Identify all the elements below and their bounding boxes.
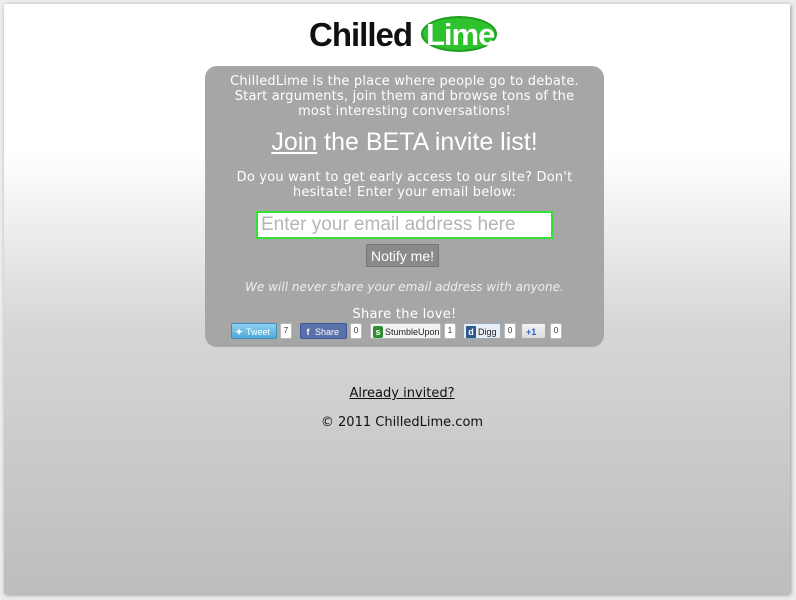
intro-text: ChilledLime is the place where people go… [230, 74, 579, 119]
google-plus-one-button[interactable]: +1 [521, 323, 546, 339]
google-plus-one-label: +1 [526, 327, 537, 337]
stumbleupon-label: StumbleUpon [385, 327, 440, 337]
share-buttons: ✦ Tweet 7 f Share 0 s StumbleUpon 1 d Di… [205, 323, 604, 341]
digg-label: Digg [478, 327, 497, 337]
stumbleupon-button[interactable]: s StumbleUpon [370, 323, 441, 339]
stumbleupon-count: 1 [444, 323, 456, 339]
facebook-share-count: 0 [350, 323, 362, 339]
headline-text: the BETA invite list! [317, 128, 538, 156]
copyright-text: © 2011 ChilledLime.com [320, 415, 484, 430]
privacy-note: We will never share your email address w… [245, 280, 564, 294]
tweet-button[interactable]: ✦ Tweet [231, 323, 277, 339]
google-plus-one-count: 0 [550, 323, 562, 339]
notify-button[interactable]: Notify me! [366, 244, 439, 267]
question-text: Do you want to get early access to our s… [236, 170, 573, 200]
site-logo[interactable]: Chilled Lime [309, 13, 499, 55]
email-input[interactable] [256, 211, 553, 239]
logo-text-chilled: Chilled [309, 16, 413, 53]
twitter-bird-icon: ✦ [235, 327, 243, 337]
page-frame: Chilled Lime ChilledLime is the place wh… [4, 4, 790, 594]
tweet-count: 7 [280, 323, 292, 339]
invite-panel: ChilledLime is the place where people go… [205, 66, 604, 347]
join-link[interactable]: Join [271, 128, 317, 156]
page-headline: Join the BETA invite list! [205, 128, 604, 157]
facebook-share-button[interactable]: f Share [300, 323, 347, 339]
digg-count: 0 [504, 323, 516, 339]
already-invited-link[interactable]: Already invited? [349, 386, 454, 401]
logo-text-lime: Lime [426, 17, 495, 52]
already-invited-row: Already invited? [4, 386, 796, 401]
facebook-share-label: Share [315, 327, 340, 337]
tweet-label: Tweet [246, 327, 271, 337]
stumbleupon-icon: s [373, 326, 383, 338]
digg-button[interactable]: d Digg [463, 323, 501, 339]
digg-icon: d [466, 326, 476, 338]
facebook-icon: f [306, 327, 310, 337]
share-title: Share the love! [352, 307, 457, 322]
